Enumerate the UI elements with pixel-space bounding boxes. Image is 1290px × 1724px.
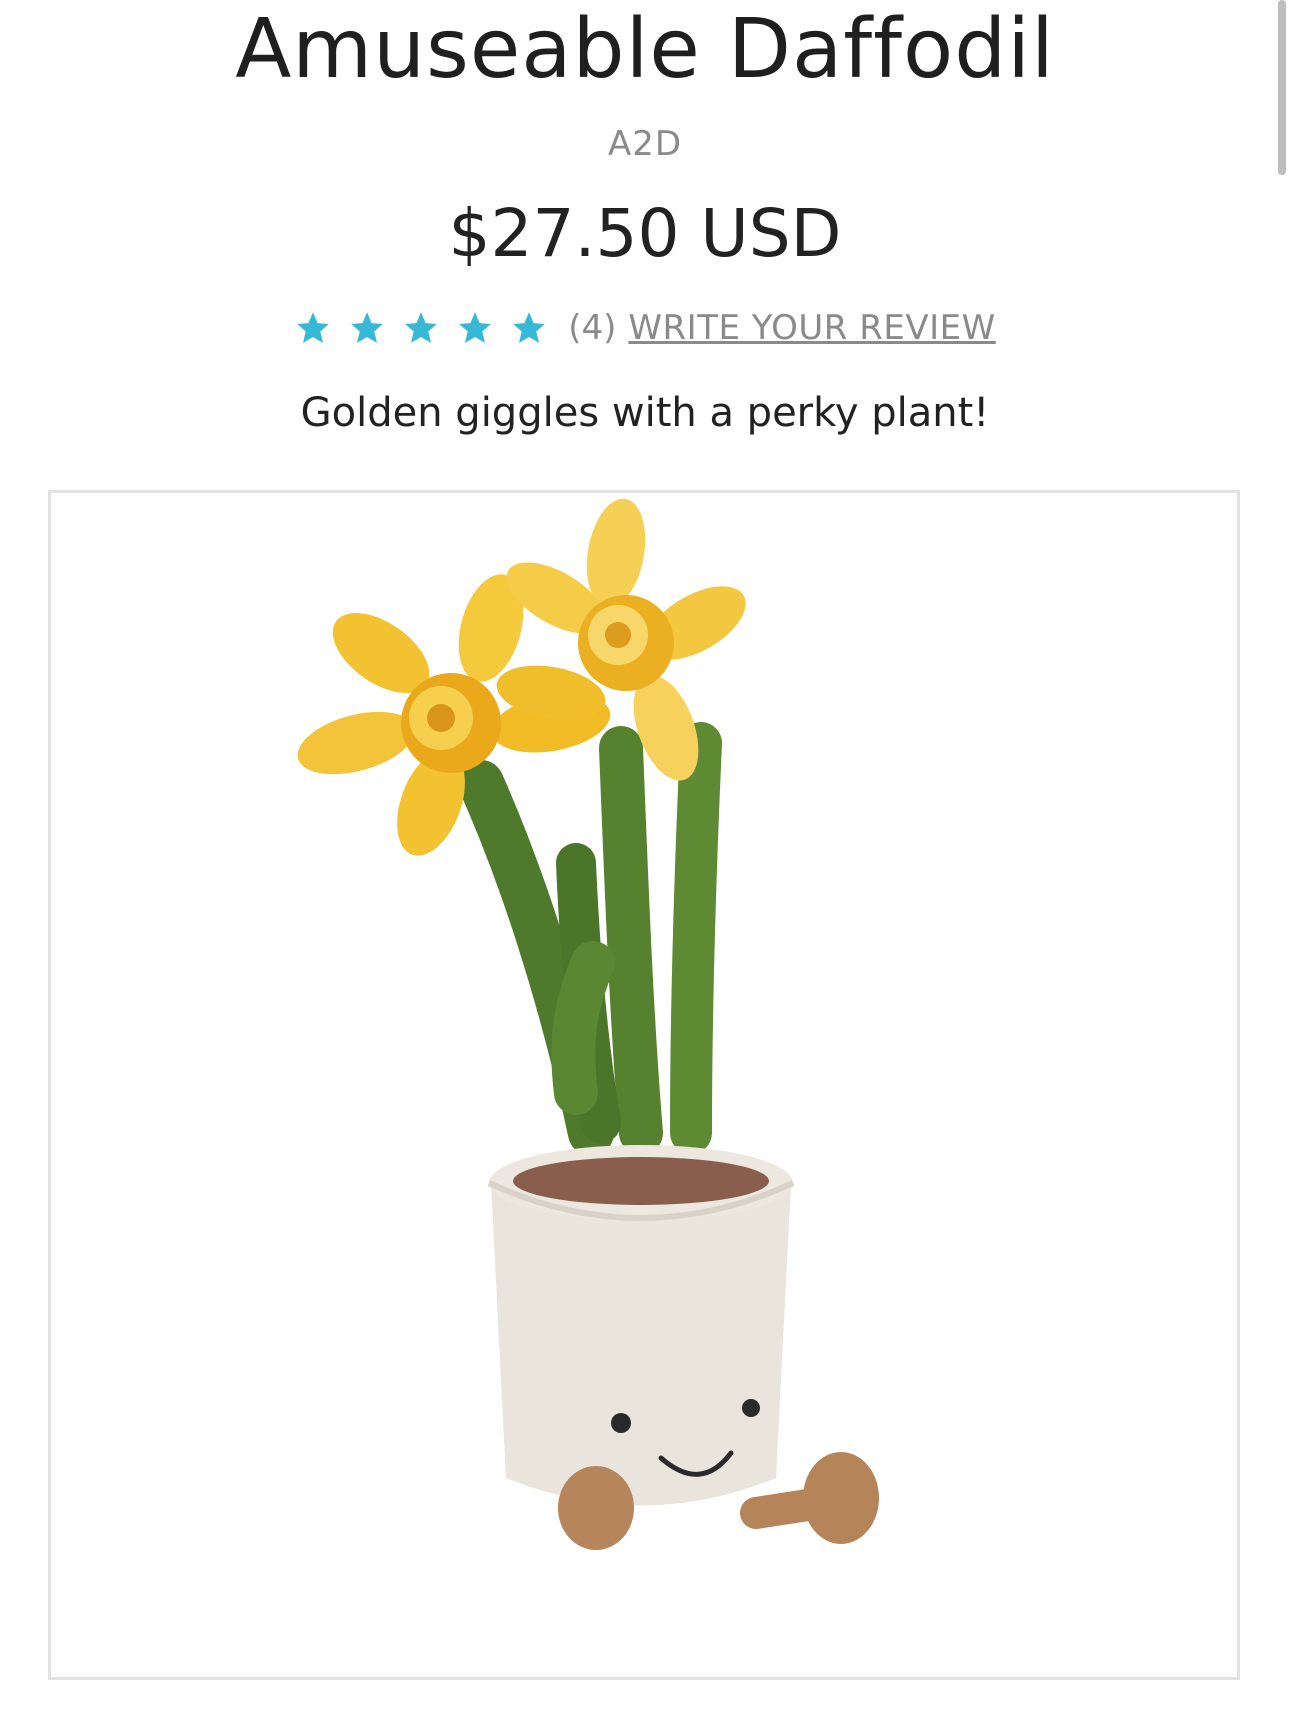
product-tagline: Golden giggles with a perky plant! bbox=[300, 390, 990, 436]
write-review-link[interactable]: WRITE YOUR REVIEW bbox=[628, 308, 995, 348]
plant-pot bbox=[487, 1145, 795, 1506]
review-count[interactable]: (4) bbox=[568, 308, 616, 348]
product-price: $27.50 USD bbox=[448, 195, 842, 272]
product-page: Amuseable Daffodil A2D $27.50 USD (4) WR… bbox=[0, 0, 1290, 1724]
star-rating bbox=[294, 309, 548, 347]
product-title: Amuseable Daffodil bbox=[235, 2, 1055, 97]
product-sku: A2D bbox=[607, 124, 683, 164]
rating-row: (4) WRITE YOUR REVIEW bbox=[0, 308, 1290, 348]
star-icon bbox=[351, 312, 384, 343]
star-icon bbox=[405, 312, 438, 343]
face-eye-left bbox=[611, 1413, 631, 1433]
star-icon bbox=[513, 312, 546, 343]
leaves bbox=[458, 722, 722, 1156]
star-icon bbox=[297, 312, 330, 343]
face-eye-right bbox=[742, 1399, 760, 1417]
daffodil-plush-illustration bbox=[297, 498, 879, 1550]
product-image[interactable] bbox=[48, 490, 1240, 1680]
star-icon bbox=[459, 312, 492, 343]
